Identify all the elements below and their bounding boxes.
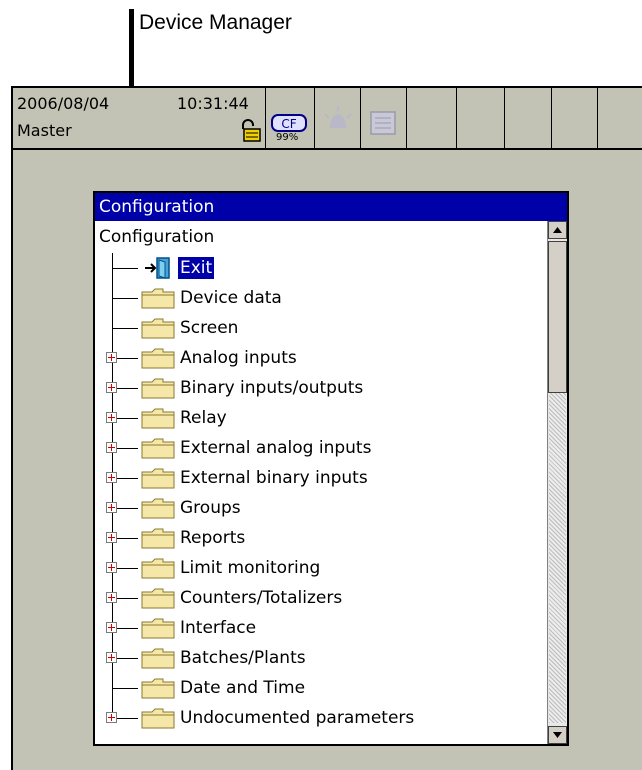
status-time: 10:31:44 [177, 94, 249, 113]
tree-item-label: Date and Time [180, 678, 306, 698]
scroll-track[interactable] [549, 393, 566, 723]
cf-card-status[interactable]: CF 99% [265, 88, 315, 148]
tree-item[interactable]: Binary inputs/outputs [95, 373, 547, 403]
expand-plus-icon[interactable] [106, 502, 117, 513]
tree-item[interactable]: Analog inputs [95, 343, 547, 373]
folder-icon [141, 468, 175, 489]
callout-line [129, 9, 134, 88]
tree-item-label: Analog inputs [180, 348, 297, 368]
tree-item-label: Reports [180, 528, 246, 548]
tree-item-label: External analog inputs [180, 438, 372, 458]
folder-icon [141, 348, 175, 369]
exit-door-icon [145, 257, 170, 279]
expand-plus-icon[interactable] [106, 412, 117, 423]
cf-percent: 99% [276, 132, 299, 143]
lock-icon [242, 119, 261, 142]
scroll-up-button[interactable] [548, 221, 567, 239]
expand-plus-icon[interactable] [106, 652, 117, 663]
expand-plus-icon[interactable] [106, 442, 117, 453]
folder-icon [141, 708, 175, 729]
vertical-scrollbar[interactable] [547, 221, 567, 744]
folder-icon [141, 588, 175, 609]
tree-item[interactable]: Date and Time [95, 673, 547, 703]
expand-plus-icon[interactable] [106, 472, 117, 483]
tree-item-label: Undocumented parameters [180, 708, 415, 728]
scroll-thumb[interactable] [548, 241, 567, 393]
tree-item-label: Screen [180, 318, 239, 338]
tree-branch-line [112, 268, 138, 269]
tree-item-label: Limit monitoring [180, 558, 321, 578]
tree-item[interactable]: Batches/Plants [95, 643, 547, 673]
expand-plus-icon[interactable] [106, 532, 117, 543]
status-slot-1 [407, 88, 457, 148]
tree-item-label: Groups [180, 498, 241, 518]
alarm-cell[interactable] [315, 88, 361, 148]
status-slot-2 [457, 88, 505, 148]
configuration-tree: Configuration Exit Device data Screen Analo… [95, 221, 547, 744]
tree-item-label: External binary inputs [180, 468, 368, 488]
tree-branch-line [112, 688, 138, 689]
memory-icon [370, 111, 396, 135]
status-slot-3 [505, 88, 552, 148]
tree-branch-line [112, 298, 138, 299]
alarm-icon [324, 106, 352, 128]
memory-cell[interactable] [361, 88, 407, 148]
tree-root[interactable]: Configuration [99, 227, 214, 247]
folder-icon [141, 408, 175, 429]
status-slot-4 [552, 88, 598, 148]
cf-badge: CF [271, 114, 307, 132]
tree-item[interactable]: Relay [95, 403, 547, 433]
folder-icon [141, 378, 175, 399]
tree-item[interactable]: Groups [95, 493, 547, 523]
status-user: Master [17, 121, 72, 140]
tree-branch-line [112, 328, 138, 329]
tree-item[interactable]: External analog inputs [95, 433, 547, 463]
folder-icon [141, 648, 175, 669]
tree-item[interactable]: Counters/Totalizers [95, 583, 547, 613]
arrow-up-icon [553, 227, 562, 233]
scroll-down-button[interactable] [548, 726, 567, 744]
folder-icon [141, 618, 175, 639]
tree-item[interactable]: Undocumented parameters [95, 703, 547, 733]
tree-item[interactable]: Limit monitoring [95, 553, 547, 583]
expand-plus-icon[interactable] [106, 562, 117, 573]
folder-icon [141, 528, 175, 549]
tree-item-label: Relay [180, 408, 227, 428]
tree-item-label: Counters/Totalizers [180, 588, 343, 608]
expand-plus-icon[interactable] [106, 592, 117, 603]
folder-icon [141, 558, 175, 579]
tree-item[interactable]: Device data [95, 283, 547, 313]
tree-item-label: Binary inputs/outputs [180, 378, 364, 398]
tree-item-label: Exit [178, 257, 215, 279]
tree-item-label: Batches/Plants [180, 648, 306, 668]
configuration-window: Configuration Configuration Exit Device d… [93, 191, 569, 746]
callout-label: Device Manager [139, 11, 292, 34]
tree-item[interactable]: Reports [95, 523, 547, 553]
status-slot-5 [598, 88, 642, 148]
expand-plus-icon[interactable] [106, 712, 117, 723]
tree-item[interactable]: External binary inputs [95, 463, 547, 493]
folder-icon [141, 498, 175, 519]
folder-icon [141, 678, 175, 699]
tree-item[interactable]: Interface [95, 613, 547, 643]
status-date: 2006/08/04 [17, 94, 110, 113]
expand-plus-icon[interactable] [106, 382, 117, 393]
folder-icon [141, 288, 175, 309]
device-screen: 2006/08/04 10:31:44 Master CF 99% Config… [11, 86, 642, 770]
arrow-down-icon [553, 732, 562, 738]
tree-item-label: Device data [180, 288, 282, 308]
folder-icon [141, 438, 175, 459]
expand-plus-icon[interactable] [106, 352, 117, 363]
folder-icon [141, 318, 175, 339]
expand-plus-icon[interactable] [106, 622, 117, 633]
status-bar: 2006/08/04 10:31:44 Master CF 99% [13, 88, 642, 150]
tree-item-label: Interface [180, 618, 257, 638]
window-title: Configuration [95, 193, 567, 221]
tree-item[interactable]: Exit [95, 253, 547, 283]
tree-item[interactable]: Screen [95, 313, 547, 343]
